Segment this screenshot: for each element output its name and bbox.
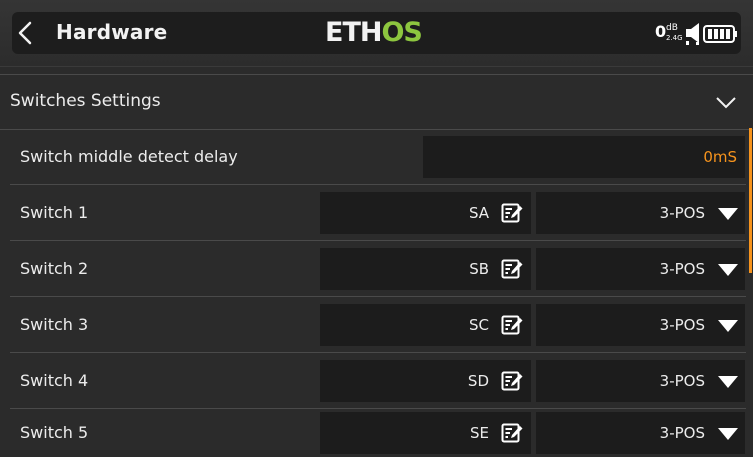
switch-name: SC: [469, 316, 489, 334]
page-title: Hardware: [56, 20, 168, 44]
setting-row-middle-delay: Switch middle detect delay 0mS: [10, 130, 746, 185]
switch-row: Switch 1 SA 3-POS: [10, 186, 746, 241]
rssi-unit: dB: [666, 23, 678, 33]
scrollbar[interactable]: [749, 128, 752, 273]
section-switches-settings[interactable]: Switches Settings: [0, 74, 753, 130]
chevron-down-icon[interactable]: [715, 91, 737, 113]
speaker-icon[interactable]: [685, 20, 701, 46]
ethos-logo: ETHOS: [325, 16, 423, 50]
switch-name-field[interactable]: SE: [320, 412, 531, 454]
switch-row: Switch 3 SC 3-POS: [10, 298, 746, 353]
switch-type-dropdown[interactable]: 3-POS: [536, 304, 745, 346]
switch-name: SB: [469, 260, 489, 278]
switch-type: 3-POS: [659, 424, 705, 442]
switch-row: Switch 2 SB 3-POS: [10, 242, 746, 297]
edit-icon[interactable]: [501, 371, 523, 391]
switch-row: Switch 4 SD 3-POS: [10, 354, 746, 409]
triangle-down-icon: [718, 264, 738, 276]
status-area: 0 dB 2.4G: [655, 20, 740, 46]
switch-row: Switch 5 SE 3-POS: [10, 406, 746, 457]
battery-icon: [703, 25, 737, 43]
edit-icon[interactable]: [501, 203, 523, 223]
rssi-value: 0: [655, 22, 667, 41]
logo-accent: OS: [381, 17, 422, 48]
header: Hardware ETHOS 0 dB 2.4G: [0, 0, 753, 67]
delay-field[interactable]: 0mS: [423, 136, 745, 178]
delay-value: 0mS: [703, 148, 737, 166]
chevron-left-icon: [18, 21, 32, 45]
switch-label: Switch 2: [20, 259, 89, 278]
edit-icon[interactable]: [501, 315, 523, 335]
switch-type: 3-POS: [659, 316, 705, 334]
switch-type-dropdown[interactable]: 3-POS: [536, 412, 745, 454]
edit-icon[interactable]: [501, 423, 523, 443]
triangle-down-icon: [718, 208, 738, 220]
logo-main: ETH: [325, 17, 382, 48]
switch-label: Switch 1: [20, 203, 89, 222]
setting-label: Switch middle detect delay: [20, 147, 238, 166]
switch-label: Switch 4: [20, 371, 89, 390]
triangle-down-icon: [718, 428, 738, 440]
switch-name: SD: [467, 372, 489, 390]
switch-type: 3-POS: [659, 260, 705, 278]
switch-type-dropdown[interactable]: 3-POS: [536, 192, 745, 234]
switch-name-field[interactable]: SC: [320, 304, 531, 346]
switch-name-field[interactable]: SA: [320, 192, 531, 234]
switch-type-dropdown[interactable]: 3-POS: [536, 360, 745, 402]
rssi-band: 2.4G: [666, 34, 683, 42]
edit-icon[interactable]: [501, 259, 523, 279]
switch-type: 3-POS: [659, 204, 705, 222]
switch-name-field[interactable]: SB: [320, 248, 531, 290]
triangle-down-icon: [718, 376, 738, 388]
switch-type: 3-POS: [659, 372, 705, 390]
screen: Hardware ETHOS 0 dB 2.4G Switches Settin…: [0, 0, 753, 457]
triangle-down-icon: [718, 320, 738, 332]
back-button[interactable]: [12, 19, 40, 47]
section-label: Switches Settings: [10, 91, 161, 111]
switch-name-field[interactable]: SD: [320, 360, 531, 402]
switch-label: Switch 5: [20, 423, 89, 442]
switch-name: SE: [470, 424, 489, 442]
switch-name: SA: [468, 204, 489, 222]
switch-label: Switch 3: [20, 315, 89, 334]
switch-type-dropdown[interactable]: 3-POS: [536, 248, 745, 290]
